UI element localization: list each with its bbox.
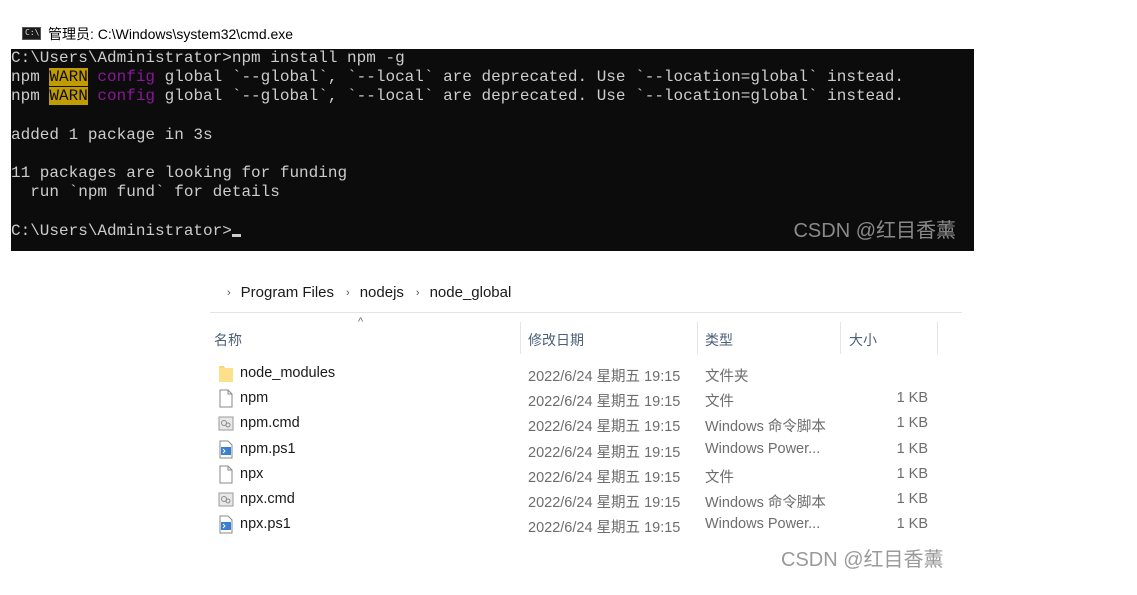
- terminal-output[interactable]: C:\Users\Administrator>npm install npm -…: [11, 49, 974, 251]
- file-type: 文件夹: [705, 369, 749, 385]
- terminal-text: added 1 package in 3s: [11, 125, 213, 144]
- column-separator[interactable]: [840, 322, 841, 354]
- warn-label: WARN: [49, 87, 88, 106]
- file-size: 1 KB: [896, 415, 928, 432]
- file-name: npm.cmd: [240, 415, 300, 432]
- column-header-name[interactable]: 名称: [214, 330, 242, 350]
- terminal-lines: C:\Users\Administrator>npm install npm -…: [11, 49, 974, 241]
- terminal-line: npm WARN config global `--global`, `--lo…: [11, 87, 974, 106]
- file-type: Windows 命令脚本: [705, 495, 826, 511]
- file-row[interactable]: npm 2022/6/24 星期五 19:15 文件 1 KB: [210, 387, 940, 412]
- file-row[interactable]: npx.ps1 2022/6/24 星期五 19:15 Windows Power.…: [210, 513, 940, 538]
- config-label: config: [97, 68, 156, 87]
- cmd-window-title: 管理员: C:\Windows\system32\cmd.exe: [48, 25, 294, 42]
- terminal-line: run `npm fund` for details: [11, 183, 974, 202]
- sort-ascending-icon: ^: [358, 316, 364, 328]
- file-type: Windows 命令脚本: [705, 419, 826, 436]
- column-header-type[interactable]: 类型: [705, 330, 733, 350]
- terminal-text: run `npm fund` for details: [11, 183, 280, 202]
- file-size: 1 KB: [896, 390, 928, 407]
- watermark: CSDN @红目香薰: [781, 549, 944, 571]
- terminal-text: global `--global`, `--local` are depreca…: [155, 68, 904, 87]
- column-header-date[interactable]: 修改日期: [528, 330, 584, 350]
- terminal-text: 11 packages are looking for funding: [11, 164, 348, 183]
- terminal-text: npm: [11, 68, 50, 87]
- cmd-title-bar[interactable]: C:\ 管理员: C:\Windows\system32\cmd.exe: [11, 18, 974, 49]
- chevron-right-icon: ›: [227, 286, 231, 299]
- file-type: 文件: [705, 394, 734, 411]
- file-name: npm.ps1: [240, 440, 296, 457]
- file-icon: [218, 465, 234, 484]
- file-name: node_modules: [240, 365, 336, 381]
- terminal-line: added 1 package in 3s: [11, 126, 974, 145]
- file-size: 1 KB: [896, 465, 928, 482]
- terminal-line: 11 packages are looking for funding: [11, 164, 974, 183]
- file-date: 2022/6/24 星期五 19:15: [528, 495, 681, 511]
- terminal-text: global `--global`, `--local` are depreca…: [155, 87, 904, 106]
- chevron-right-icon: ›: [346, 286, 350, 299]
- file-size: 1 KB: [896, 440, 928, 457]
- config-label: config: [97, 87, 156, 106]
- file-type: Windows Power...: [705, 516, 821, 533]
- file-type: Windows Power...: [705, 440, 821, 457]
- file-row[interactable]: node_modules 2022/6/24 星期五 19:15 文件夹: [210, 362, 940, 387]
- warn-label: WARN: [49, 68, 88, 87]
- file-icon: [218, 389, 234, 408]
- column-separator[interactable]: [697, 322, 698, 354]
- file-name: npx.cmd: [240, 491, 295, 507]
- terminal-text: C:\Users\Administrator>npm install npm -…: [11, 49, 405, 67]
- divider: [210, 312, 962, 313]
- breadcrumb: › Program Files › nodejs › node_global: [214, 284, 511, 301]
- cmd-script-icon: [218, 414, 234, 433]
- file-date: 2022/6/24 星期五 19:15: [528, 444, 681, 461]
- file-name: npx.ps1: [240, 516, 291, 533]
- breadcrumb-program-files[interactable]: Program Files: [241, 284, 334, 301]
- file-date: 2022/6/24 星期五 19:15: [528, 419, 681, 436]
- powershell-script-icon: [218, 515, 234, 534]
- file-row[interactable]: npm.ps1 2022/6/24 星期五 19:15 Windows Power.…: [210, 438, 940, 463]
- powershell-script-icon: [218, 440, 234, 459]
- breadcrumb-node-global[interactable]: node_global: [430, 284, 512, 301]
- file-row[interactable]: npx 2022/6/24 星期五 19:15 文件 1 KB: [210, 463, 940, 488]
- file-row[interactable]: npm.cmd 2022/6/24 星期五 19:15 Windows 命令脚本 1 …: [210, 412, 940, 437]
- breadcrumb-nodejs[interactable]: nodejs: [360, 284, 404, 301]
- file-date: 2022/6/24 星期五 19:15: [528, 520, 681, 537]
- file-name: npm: [240, 390, 269, 407]
- column-separator[interactable]: [937, 322, 938, 354]
- text-cursor: [231, 233, 241, 237]
- terminal-line: npm WARN config global `--global`, `--lo…: [11, 68, 974, 87]
- file-date: 2022/6/24 星期五 19:15: [528, 469, 681, 486]
- column-separator[interactable]: [520, 322, 521, 354]
- terminal-line: C:\Users\Administrator>npm install npm -…: [11, 49, 974, 68]
- column-header-size[interactable]: 大小: [849, 330, 877, 350]
- watermark: CSDN @红目香薰: [793, 219, 956, 242]
- terminal-text: C:\Users\Administrator>: [11, 221, 232, 240]
- file-size: 1 KB: [896, 516, 928, 533]
- file-date: 2022/6/24 星期五 19:15: [528, 369, 681, 385]
- file-size: 1 KB: [896, 491, 928, 507]
- terminal-text: npm: [11, 87, 50, 106]
- file-date: 2022/6/24 星期五 19:15: [528, 394, 681, 411]
- file-name: npx: [240, 465, 264, 482]
- file-row[interactable]: npx.cmd 2022/6/24 星期五 19:15 Windows 命令脚本 1 …: [210, 488, 940, 513]
- cmd-script-icon: [218, 490, 234, 509]
- file-type: 文件: [705, 469, 734, 486]
- chevron-right-icon: ›: [415, 286, 420, 299]
- folder-icon: [218, 364, 234, 383]
- cmd-app-icon: C:\: [22, 27, 41, 40]
